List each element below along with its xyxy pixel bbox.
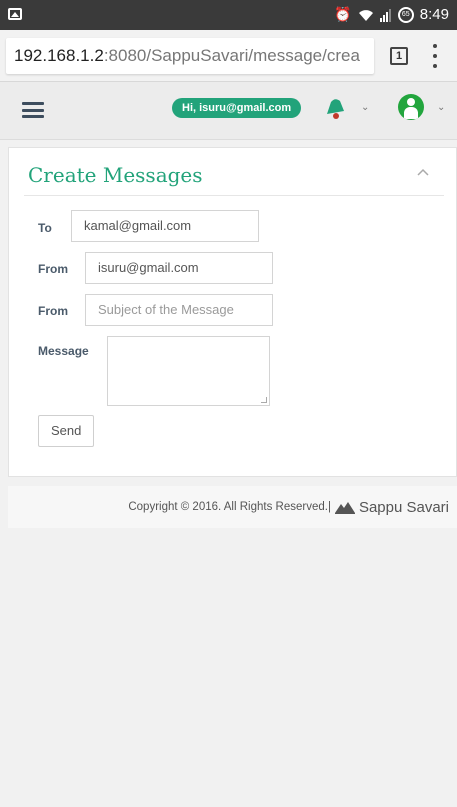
mountain-logo-icon <box>334 502 355 514</box>
user-icon[interactable] <box>398 94 424 120</box>
card-title: Create Messages <box>28 163 203 187</box>
subject-label: From <box>38 304 68 318</box>
status-icons: ⏰ 65 8:49 <box>334 6 449 23</box>
image-icon <box>8 8 22 20</box>
alarm-icon: ⏰ <box>334 6 352 22</box>
url-host: 192.168.1.2 <box>14 46 104 65</box>
user-greeting-badge: Hi, isuru@gmail.com <box>172 98 302 118</box>
battery-icon: 65 <box>397 6 414 23</box>
more-options-icon[interactable] <box>432 44 438 68</box>
status-bar: ⏰ 65 8:49 <box>0 0 457 30</box>
browser-toolbar: 192.168.1.2:8080/SappuSavari/message/cre… <box>0 30 457 82</box>
subject-field[interactable]: Subject of the Message <box>85 294 273 326</box>
menu-icon[interactable] <box>22 102 44 118</box>
tab-switcher-button[interactable]: 1 <box>390 47 408 65</box>
send-button[interactable]: Send <box>38 415 95 447</box>
url-path: :8080/SappuSavari/message/crea <box>103 46 360 65</box>
message-textarea[interactable] <box>107 336 270 406</box>
footer: Copyright © 2016. All Rights Reserved.| … <box>8 486 457 528</box>
brand-name: Sappu Savari <box>358 498 449 516</box>
divider <box>24 195 444 196</box>
resize-handle[interactable] <box>261 397 267 403</box>
bell-icon[interactable] <box>323 96 347 120</box>
to-field[interactable]: kamal@gmail.com <box>71 210 259 242</box>
chevron-down-icon[interactable]: ⌄ <box>437 102 445 113</box>
create-message-card: Create Messages To kamal@gmail.com From … <box>8 147 457 477</box>
signal-icon <box>379 8 391 22</box>
to-label: To <box>38 221 52 235</box>
from-label: From <box>38 262 68 276</box>
message-label: Message <box>38 344 89 358</box>
clock: 8:49 <box>419 6 449 23</box>
chevron-down-icon[interactable]: ⌄ <box>361 102 369 113</box>
copyright-text: Copyright © 2016. All Rights Reserved.| <box>128 501 331 513</box>
chevron-up-icon[interactable] <box>417 166 429 178</box>
app-header: Hi, isuru@gmail.com ⌄ ⌄ <box>0 82 457 140</box>
url-bar[interactable]: 192.168.1.2:8080/SappuSavari/message/cre… <box>6 38 374 74</box>
from-field[interactable]: isuru@gmail.com <box>85 252 273 284</box>
wifi-icon <box>358 9 373 21</box>
